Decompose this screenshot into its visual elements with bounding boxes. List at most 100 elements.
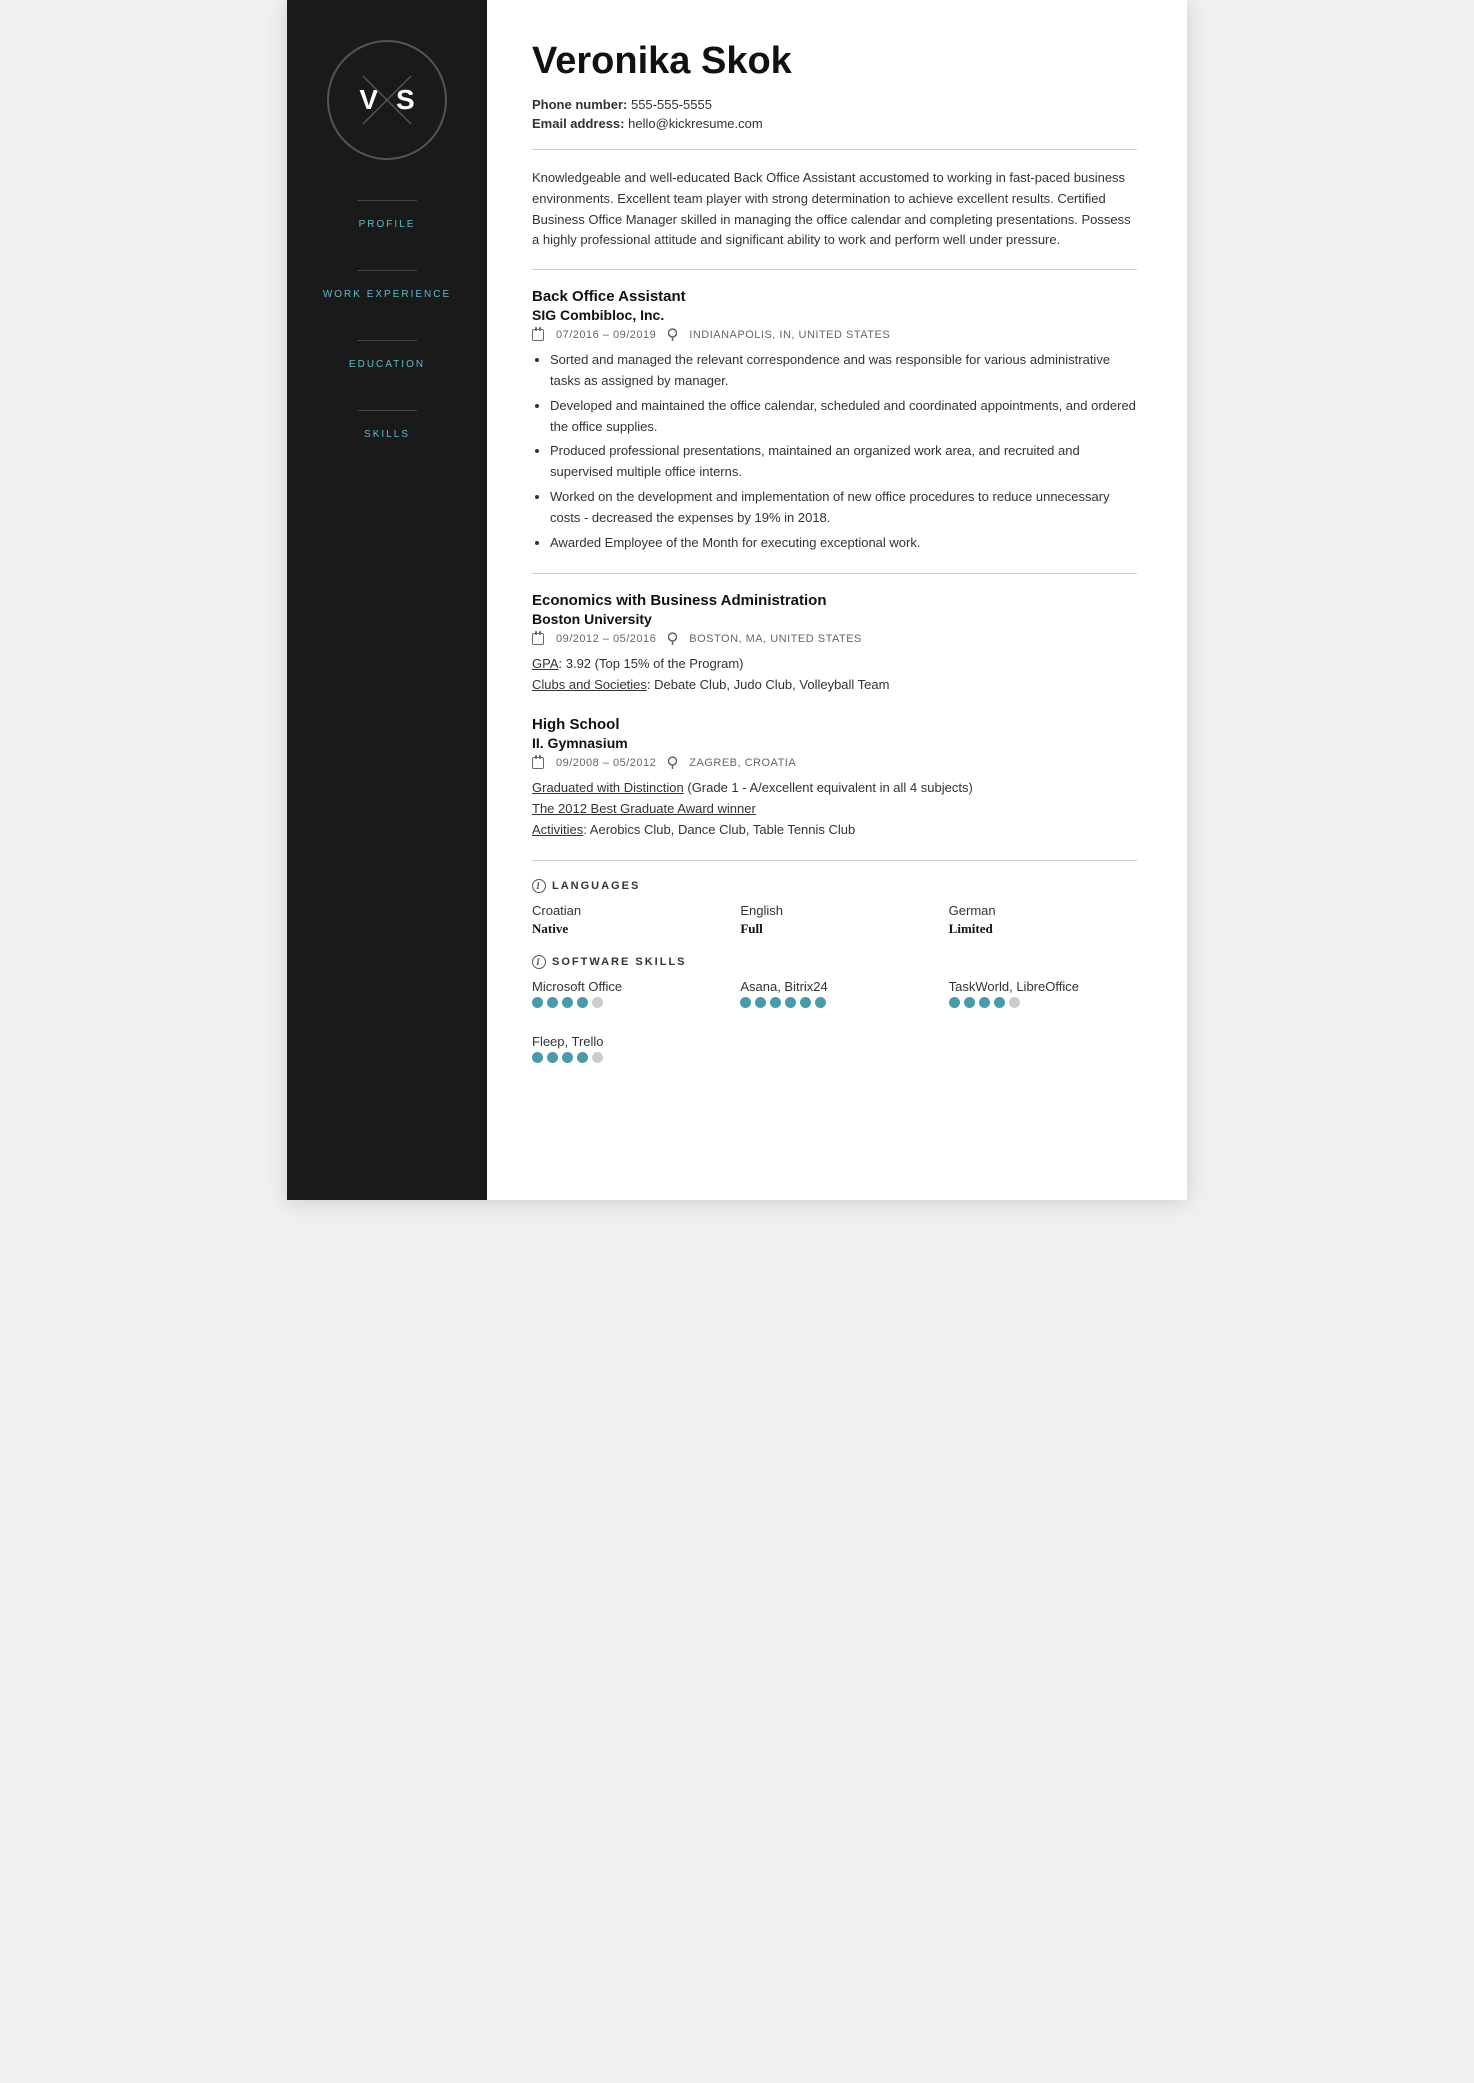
divider-work xyxy=(357,270,417,271)
edu-block-0: Economics with Business Administration B… xyxy=(532,592,1137,696)
dot xyxy=(532,1052,543,1063)
phone-label: Phone number: xyxy=(532,97,627,112)
divider-after-education xyxy=(532,860,1137,861)
edu-activities-label: Activities xyxy=(532,822,583,837)
lang-level-2: Limited xyxy=(949,921,1137,937)
edu-degree-0: Economics with Business Administration xyxy=(532,592,1137,609)
job-meta-0: 07/2016 – 09/2019 INDIANAPOLIS, IN, UNIT… xyxy=(532,328,1137,342)
dot xyxy=(1009,997,1020,1008)
edu-dates-1: 09/2008 – 05/2012 xyxy=(556,757,656,769)
divider-profile xyxy=(357,200,417,201)
main-content: Veronika Skok Phone number: 555-555-5555… xyxy=(487,0,1187,1200)
dot xyxy=(562,1052,573,1063)
edu-gpa-0: GPA: 3.92 (Top 15% of the Program) xyxy=(532,654,1137,675)
dot xyxy=(577,997,588,1008)
edu-activities-1: Activities: Aerobics Club, Dance Club, T… xyxy=(532,820,1137,841)
email-value: hello@kickresume.com xyxy=(628,116,763,131)
sidebar-label-skills: Skills xyxy=(364,429,410,440)
edu-degree-1: High School xyxy=(532,716,1137,733)
lang-name-1: English xyxy=(740,903,928,918)
job-company-0: SIG Combibloc, Inc. xyxy=(532,307,1137,323)
dot xyxy=(994,997,1005,1008)
dot xyxy=(755,997,766,1008)
lang-level-0: Native xyxy=(532,921,720,937)
soft-dots-2 xyxy=(949,997,1137,1008)
edu-block-1: High School II. Gymnasium 09/2008 – 05/2… xyxy=(532,716,1137,840)
lang-item-1: English Full xyxy=(740,903,928,937)
lang-level-1: Full xyxy=(740,921,928,937)
candidate-name: Veronika Skok xyxy=(532,40,1137,83)
divider-after-work xyxy=(532,573,1137,574)
header-section: Veronika Skok Phone number: 555-555-5555… xyxy=(532,40,1137,131)
dot xyxy=(592,1052,603,1063)
soft-item-3: Fleep, Trello xyxy=(532,1034,720,1071)
dot xyxy=(577,1052,588,1063)
edu-location-0: BOSTON, MA, UNITED STATES xyxy=(689,633,862,645)
soft-dots-3 xyxy=(532,1052,720,1063)
avatar: V S xyxy=(327,40,447,160)
calendar-icon-edu1 xyxy=(532,757,544,769)
edu-distinction-label: Graduated with Distinction xyxy=(532,780,684,795)
location-icon-edu0 xyxy=(668,632,677,646)
sidebar-label-profile: Profile xyxy=(359,219,416,230)
languages-grid: Croatian Native English Full German Limi… xyxy=(532,903,1137,937)
skills-section: i LANGUAGES Croatian Native English Full… xyxy=(532,879,1137,1071)
location-icon xyxy=(668,328,677,342)
languages-title: i LANGUAGES xyxy=(532,879,1137,893)
edu-award-1: The 2012 Best Graduate Award winner xyxy=(532,799,1137,820)
dot xyxy=(532,997,543,1008)
bullet-0-2: Produced professional presentations, mai… xyxy=(550,441,1137,483)
software-row2: Fleep, Trello xyxy=(532,1034,1137,1071)
job-title-0: Back Office Assistant xyxy=(532,288,1137,305)
dot xyxy=(815,997,826,1008)
dot xyxy=(592,997,603,1008)
edu-distinction-1: Graduated with Distinction (Grade 1 - A/… xyxy=(532,778,1137,799)
dot xyxy=(979,997,990,1008)
dot xyxy=(949,997,960,1008)
lang-item-2: German Limited xyxy=(949,903,1137,937)
profile-text: Knowledgeable and well-educated Back Off… xyxy=(532,168,1137,251)
location-icon-edu1 xyxy=(668,756,677,770)
sidebar-label-work: Work Experience xyxy=(323,289,451,300)
soft-item-0: Microsoft Office xyxy=(532,979,720,1016)
dot xyxy=(770,997,781,1008)
soft-name-0: Microsoft Office xyxy=(532,979,720,994)
divider-skills xyxy=(357,410,417,411)
calendar-icon xyxy=(532,329,544,341)
education-section: Economics with Business Administration B… xyxy=(532,592,1137,840)
bullet-0-4: Awarded Employee of the Month for execut… xyxy=(550,533,1137,554)
soft-name-1: Asana, Bitrix24 xyxy=(740,979,928,994)
edu-clubs-0: Clubs and Societies: Debate Club, Judo C… xyxy=(532,675,1137,696)
dot xyxy=(562,997,573,1008)
job-dates-0: 07/2016 – 09/2019 xyxy=(556,329,656,341)
dot xyxy=(964,997,975,1008)
soft-item-1: Asana, Bitrix24 xyxy=(740,979,928,1016)
divider-after-profile xyxy=(532,269,1137,270)
dot xyxy=(547,997,558,1008)
bullet-0-1: Developed and maintained the office cale… xyxy=(550,396,1137,438)
calendar-icon-edu0 xyxy=(532,633,544,645)
job-bullets-0: Sorted and managed the relevant correspo… xyxy=(532,350,1137,553)
soft-dots-0 xyxy=(532,997,720,1008)
bullet-0-0: Sorted and managed the relevant correspo… xyxy=(550,350,1137,392)
profile-section: Knowledgeable and well-educated Back Off… xyxy=(532,168,1137,251)
edu-location-1: ZAGREB, CROATIA xyxy=(689,757,796,769)
phone-value: 555-555-5555 xyxy=(631,97,712,112)
sidebar-label-education: Education xyxy=(349,359,425,370)
edu-dates-0: 09/2012 – 05/2016 xyxy=(556,633,656,645)
email-label: Email address: xyxy=(532,116,625,131)
phone-line: Phone number: 555-555-5555 xyxy=(532,97,1137,112)
edu-award-text: The 2012 Best Graduate Award winner xyxy=(532,801,756,816)
bullet-0-3: Worked on the development and implementa… xyxy=(550,487,1137,529)
info-icon-lang: i xyxy=(532,879,546,893)
soft-dots-1 xyxy=(740,997,928,1008)
divider-education xyxy=(357,340,417,341)
edu-gpa-label: GPA xyxy=(532,656,559,671)
email-line: Email address: hello@kickresume.com xyxy=(532,116,1137,131)
edu-school-1: II. Gymnasium xyxy=(532,735,1137,751)
job-location-0: INDIANAPOLIS, IN, UNITED STATES xyxy=(689,329,890,341)
sidebar: V S Profile Work Experience Education Sk… xyxy=(287,0,487,1200)
dot xyxy=(740,997,751,1008)
edu-school-0: Boston University xyxy=(532,611,1137,627)
soft-name-3: Fleep, Trello xyxy=(532,1034,720,1049)
